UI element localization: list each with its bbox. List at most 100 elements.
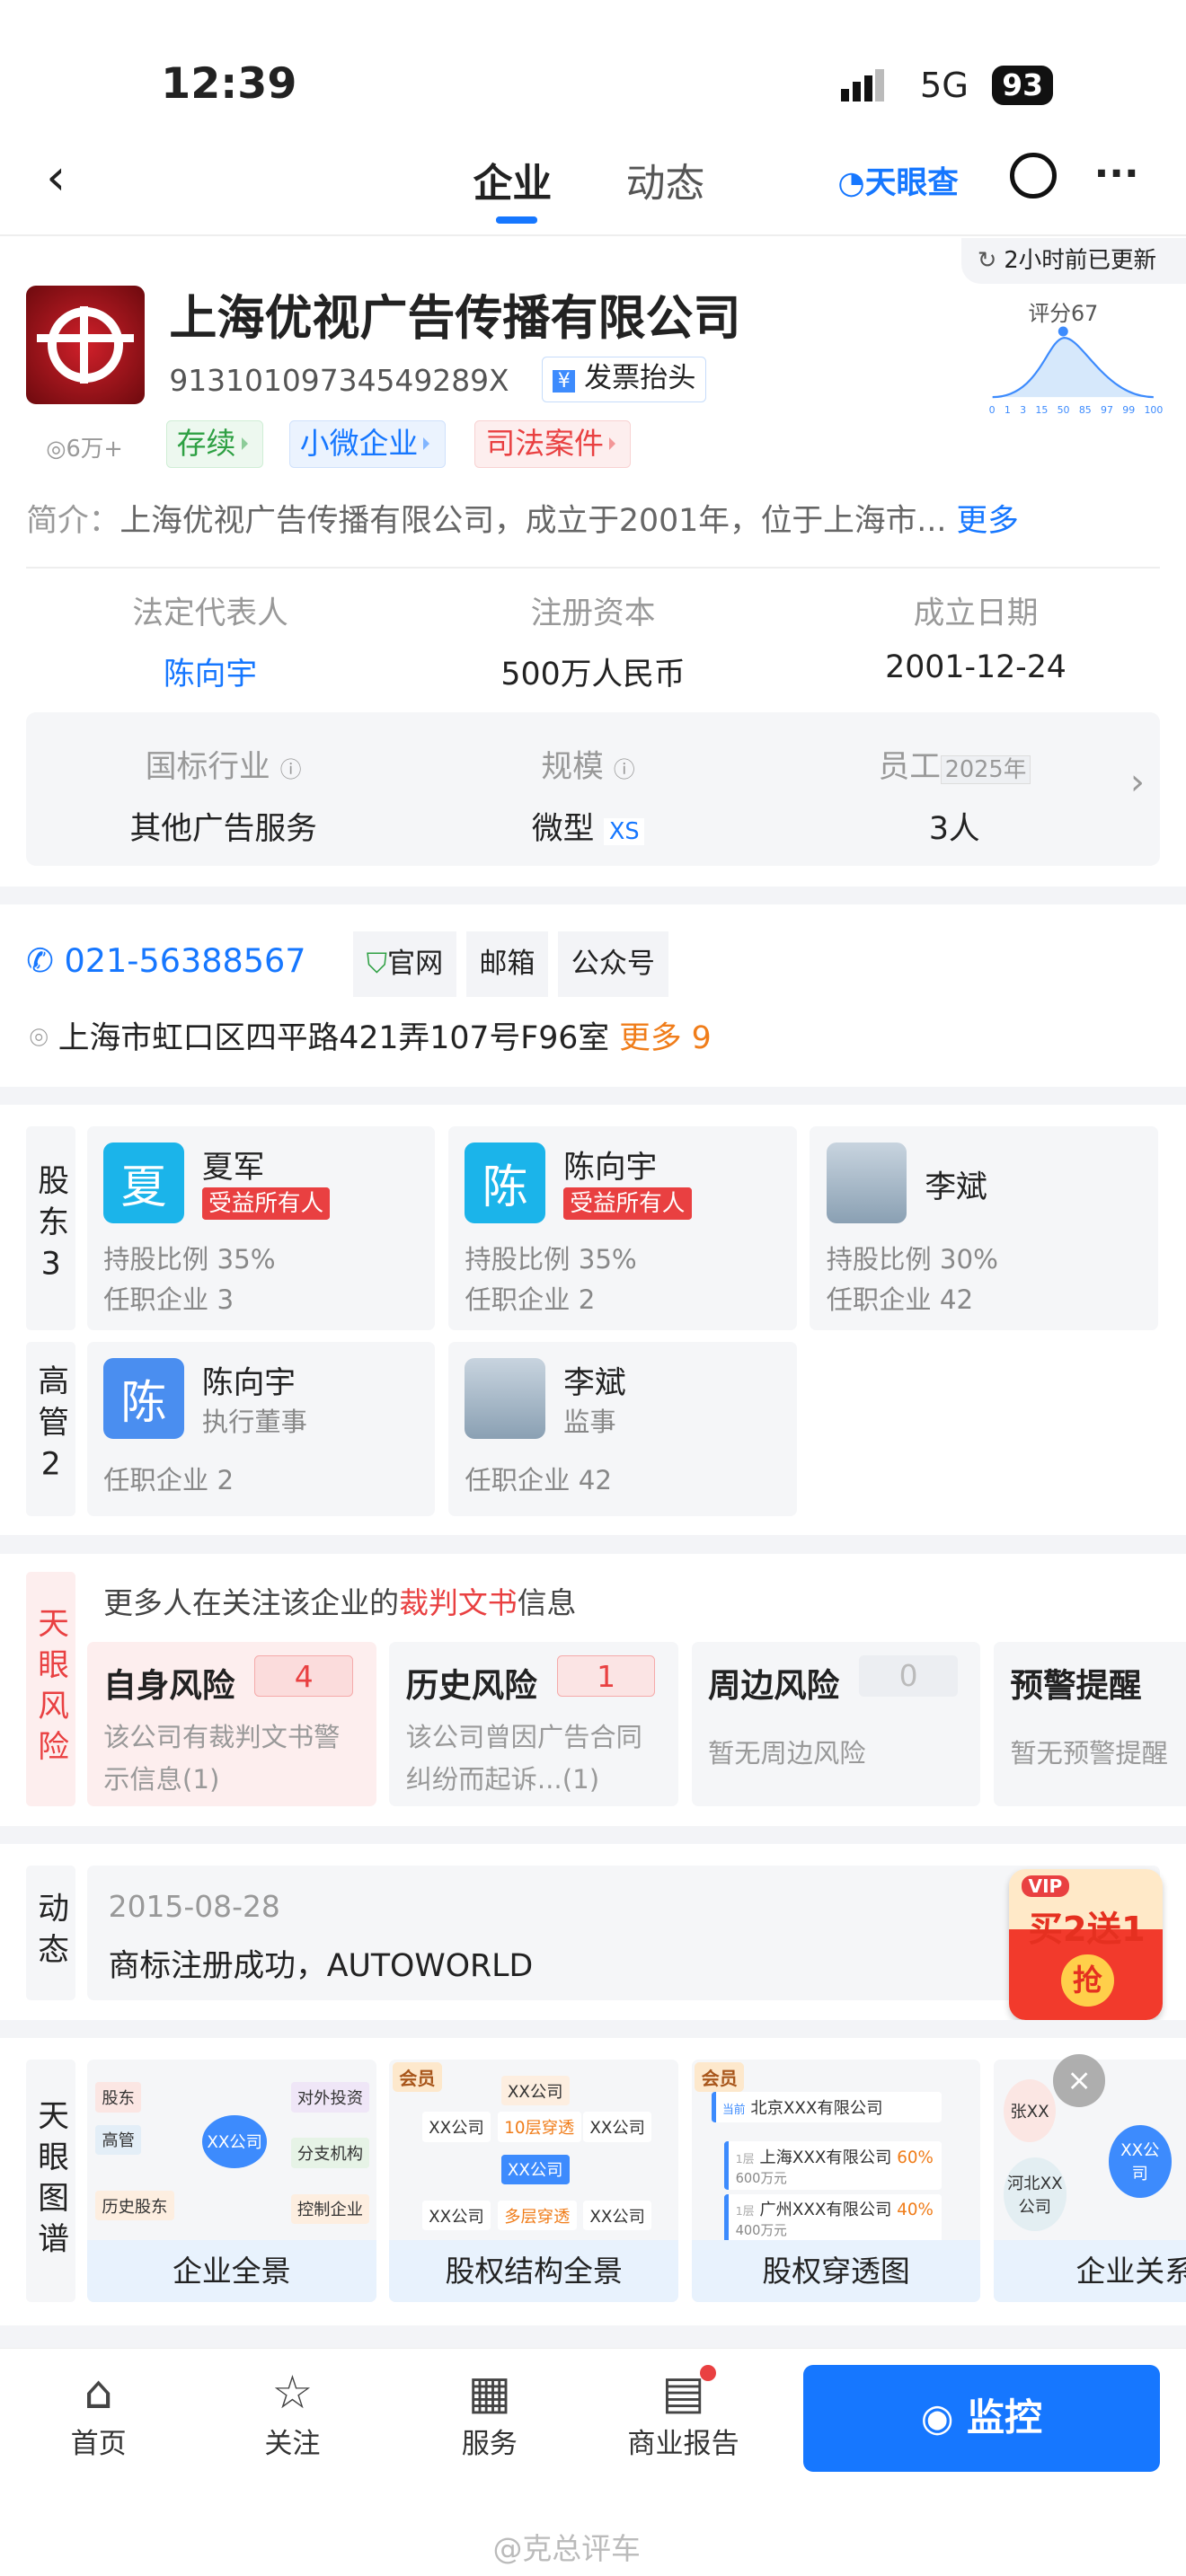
address-more-link[interactable]: 更多 9	[619, 1020, 712, 1056]
job-count[interactable]: 任职企业 42	[827, 1279, 974, 1317]
job-count[interactable]: 任职企业 2	[465, 1279, 595, 1317]
graph-cards-2-rows-1-amt: 600万元	[735, 2170, 787, 2186]
address[interactable]: ⌾ 上海市虹口区四平路421弄107号F96室 更多 9	[30, 1013, 712, 1058]
risk-card-warning[interactable]: 预警提醒 暂无预警提醒	[994, 1642, 1186, 1807]
person-name[interactable]: 李斌	[563, 1358, 625, 1403]
grab-button: 抢	[1061, 1954, 1114, 2007]
graph-caption: 股权穿透图	[691, 2239, 981, 2303]
shareholder-card[interactable]: 陈陈向宇 受益所有人 持股比例 35% 任职企业 2	[448, 1126, 797, 1330]
graph-cards-2-rows-2-pct: 40%	[897, 2201, 934, 2220]
executive-card[interactable]: 李斌 监事 任职企业 42	[448, 1341, 797, 1516]
chevron-right-icon[interactable]: ›	[1130, 762, 1145, 803]
shareholder-card[interactable]: 李斌 持股比例 30% 任职企业 42	[810, 1126, 1158, 1330]
close-icon[interactable]: ×	[1052, 2054, 1106, 2107]
news-item[interactable]: 2015-08-28 商标注册成功，AUTOWORLD	[86, 1865, 1160, 2000]
tab-company[interactable]: 企业	[474, 151, 553, 208]
watermark: @克总评车	[492, 2530, 641, 2566]
shareholder-card[interactable]: 夏夏军 受益所有人 持股比例 35% 任职企业 3	[86, 1126, 436, 1330]
industry-panel[interactable]: 国标行业 ⓘ 其他广告服务 规模 ⓘ 微型 XS 员工 2025年 3人 ›	[26, 712, 1160, 866]
executive-card[interactable]: 陈陈向宇 执行董事 任职企业 2	[86, 1341, 436, 1516]
graph-cards-1-nodes-3: XX公司	[583, 2112, 652, 2142]
job-count[interactable]: 任职企业 2	[103, 1460, 234, 1497]
intro[interactable]: 简介：上海优视广告传播有限公司，成立于2001年，位于上海市... 更多	[26, 496, 1019, 541]
share-ratio: 持股比例 35%	[103, 1243, 276, 1275]
phone-link[interactable]: ✆ 021-56388567	[26, 941, 305, 980]
website-link[interactable]: ⛉官网	[353, 931, 456, 997]
job-count[interactable]: 任职企业 42	[465, 1460, 612, 1497]
graph-cards-0-nodes-4: 对外投资	[290, 2082, 370, 2113]
reg-capital-label: 注册资本	[530, 595, 656, 631]
status-time: 12:39	[161, 58, 297, 109]
tag-status[interactable]: 存续	[165, 420, 263, 469]
tab-services[interactable]: ▦ 服务	[424, 2365, 555, 2461]
graph-side-label: 天眼图谱	[26, 2059, 76, 2303]
help-icon[interactable]: ⓘ	[614, 757, 635, 782]
risk-card-surrounding[interactable]: 周边风险 0 暂无周边风险	[691, 1642, 981, 1807]
avatar: 陈	[465, 1142, 545, 1224]
tab-reports[interactable]: ▤ 商业报告	[611, 2364, 756, 2461]
company-score_ticks-4: 50	[1057, 403, 1070, 416]
wechat-link[interactable]: 公众号	[558, 931, 668, 997]
score-marker	[1058, 326, 1068, 337]
risk-card-history[interactable]: 历史风险 1 该公司曾因广告合同纠纷而起诉...(1)	[389, 1642, 679, 1807]
tag-judicial[interactable]: 司法案件	[474, 420, 632, 469]
help-icon[interactable]: ⓘ	[280, 757, 302, 782]
legal-rep[interactable]: 法定代表人 陈向宇	[22, 588, 400, 694]
tab-follow[interactable]: ☆ 关注	[226, 2365, 358, 2461]
person-name[interactable]: 陈向宇	[563, 1142, 657, 1187]
company-score_ticks-5: 85	[1078, 403, 1092, 416]
executives-side-label: 高管2	[26, 1341, 76, 1516]
avatar-photo	[826, 1142, 907, 1224]
staff: 员工 2025年 3人	[774, 742, 1135, 848]
vip-promo-badge[interactable]: VIP 买2送1 抢	[1008, 1868, 1164, 2020]
graph-cards-1-nodes-6: 多层穿透	[497, 2200, 577, 2231]
company-score_ticks-3: 15	[1035, 403, 1049, 416]
email-link[interactable]: 邮箱	[465, 931, 549, 997]
graph-cards-0-nodes-0: 股东	[95, 2082, 142, 2113]
tab-home[interactable]: ⌂ 首页	[33, 2365, 164, 2461]
home-icon: ⌂	[84, 2365, 113, 2420]
person-name[interactable]: 李斌	[925, 1162, 987, 1207]
person-name[interactable]: 陈向宇	[202, 1358, 296, 1403]
company-score_ticks-1: 1	[1004, 403, 1011, 416]
member-badge: 会员	[695, 2062, 745, 2092]
intro-more-link[interactable]: 更多	[956, 503, 1018, 539]
graph-card-equity-structure[interactable]: 会员 XX公司 XX公司 10层穿透 XX公司 XX公司 XX公司 多层穿透 X…	[389, 2059, 679, 2303]
legal-rep-value[interactable]: 陈向宇	[22, 649, 400, 694]
graph-cards-1-nodes-1: XX公司	[421, 2112, 491, 2142]
staff-year[interactable]: 2025年	[940, 755, 1031, 785]
beneficiary-badge: 受益所有人	[201, 1187, 331, 1221]
battery-indicator: 93	[992, 66, 1053, 105]
search-icon[interactable]	[1010, 153, 1057, 199]
reg-capital-value: 500万人民币	[500, 656, 686, 693]
graph-card-equity-penetration[interactable]: 会员 当前 北京XXX有限公司 1层 上海XXX有限公司 60% 600万元 1…	[691, 2059, 981, 2303]
invoice-button[interactable]: ¥ 发票抬头	[542, 356, 707, 402]
avatar-photo	[465, 1358, 545, 1439]
monitor-button[interactable]: ◉ 监控	[803, 2364, 1160, 2472]
graph-card-overview[interactable]: 股东 高管 历史股东 XX公司 对外投资 分支机构 控制企业 企业全景	[86, 2059, 376, 2303]
company-name: 上海优视广告传播有限公司	[169, 289, 741, 346]
grid-icon: ▦	[467, 2365, 511, 2420]
score-chart[interactable]: 评分67 0 1 3 15 50 85 97 99 100	[989, 296, 1164, 420]
update-status[interactable]: ↻ 2小时前已更新	[960, 238, 1186, 285]
credit-code[interactable]: 91310109734549289X	[169, 363, 509, 398]
risk-card-self[interactable]: 自身风险 4 该公司有裁判文书警示信息(1)	[86, 1642, 376, 1807]
graph-cards-2-rows-1-tag: 1层	[735, 2152, 755, 2166]
more-icon[interactable]: ···	[1094, 151, 1139, 197]
back-icon[interactable]: ‹	[46, 148, 66, 206]
tag-scale[interactable]: 小微企业	[288, 420, 446, 469]
risk-headline[interactable]: 更多人在关注该企业的裁判文书信息	[103, 1580, 576, 1622]
industry-value: 其他广告服务	[129, 810, 317, 847]
graph-cards-3-nodes-2: 河北XX公司	[1004, 2157, 1067, 2231]
eye-icon: ◎	[46, 436, 66, 463]
graph-cards-1-nodes-5: XX公司	[421, 2200, 491, 2231]
tab-news[interactable]: 动态	[626, 151, 705, 208]
graph-cards-1-nodes-7: XX公司	[583, 2200, 652, 2231]
person-name[interactable]: 夏军	[202, 1142, 264, 1187]
reg-capital: 注册资本 500万人民币	[404, 588, 783, 694]
member-badge: 会员	[392, 2062, 442, 2092]
brand-name: 天眼查	[864, 164, 959, 201]
job-count[interactable]: 任职企业 3	[103, 1279, 234, 1317]
founded-value: 2001-12-24	[885, 648, 1067, 685]
risk-desc: 暂无预警提醒	[1010, 1737, 1168, 1769]
